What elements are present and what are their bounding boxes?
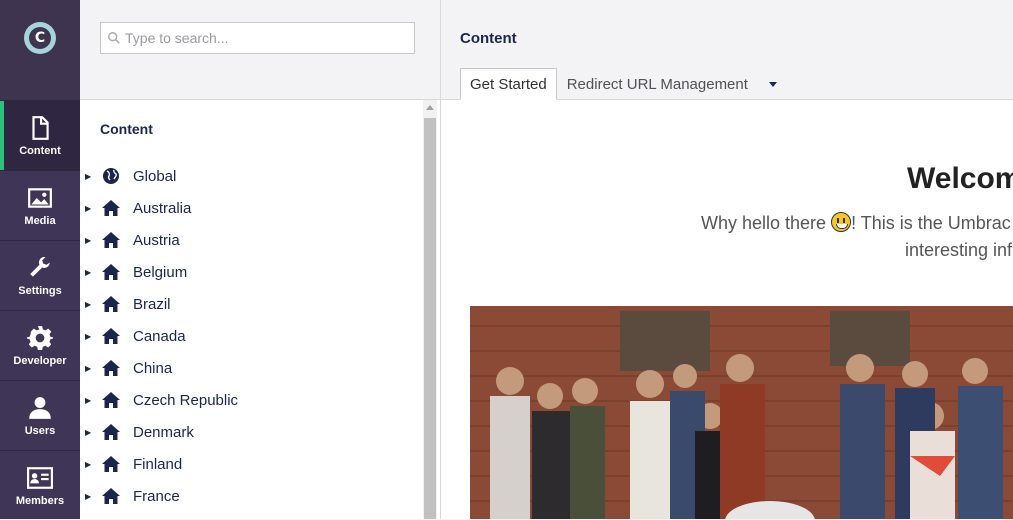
expand-caret-icon[interactable]: ▶ xyxy=(85,428,95,437)
search-icon xyxy=(108,32,120,44)
tree-item-label: Australia xyxy=(133,199,192,217)
expand-caret-icon[interactable]: ▶ xyxy=(85,364,95,373)
home-icon xyxy=(101,230,121,250)
dashboard-content: Welcom Why hello there ! This is the Umb… xyxy=(441,100,1013,519)
scrollbar-thumb[interactable] xyxy=(424,118,436,519)
tree-header xyxy=(80,0,440,100)
tree-body: Content ▶ Global ▶ Australia ▶ Austria ▶ Belgiu… xyxy=(80,100,440,519)
tab-get-started[interactable]: Get Started xyxy=(460,68,557,100)
page-title: Content xyxy=(460,30,517,47)
tabs-more-dropdown[interactable] xyxy=(768,68,777,100)
expand-caret-icon[interactable]: ▶ xyxy=(85,492,95,501)
intro-text-start: Why hello there xyxy=(701,213,832,233)
tree-item-label: Austria xyxy=(133,231,180,249)
intro-text-end: ! This is the Umbrac xyxy=(851,213,1011,233)
tree-item-label: Czech Republic xyxy=(133,391,239,409)
home-icon xyxy=(101,262,121,282)
tree-item-canada[interactable]: ▶ Canada xyxy=(80,320,440,352)
content-tree-panel: Content ▶ Global ▶ Australia ▶ Austria ▶ Belgiu… xyxy=(80,0,441,519)
tree-item-label: Denmark xyxy=(133,423,194,441)
tree-item-brazil[interactable]: ▶ Brazil xyxy=(80,288,440,320)
id-card-icon xyxy=(27,466,53,489)
tree-item-global[interactable]: ▶ Global xyxy=(80,160,440,192)
tab-redirect-url-management[interactable]: Redirect URL Management xyxy=(557,68,757,100)
section-media[interactable]: Media xyxy=(0,170,80,240)
home-icon xyxy=(101,422,121,442)
home-icon xyxy=(101,390,121,410)
editor-header: Content Get Started Redirect URL Managem… xyxy=(441,0,1013,100)
expand-caret-icon[interactable]: ▶ xyxy=(85,300,95,309)
app-sidebar: C Content Media Settings Developer Users… xyxy=(0,0,80,519)
home-icon xyxy=(101,358,121,378)
section-members[interactable]: Members xyxy=(0,450,80,520)
section-content[interactable]: Content xyxy=(0,100,80,170)
tree-item-czech-republic[interactable]: ▶ Czech Republic xyxy=(80,384,440,416)
tree-item-china[interactable]: ▶ China xyxy=(80,352,440,384)
section-label: Content xyxy=(19,144,61,157)
dashboard-tabs: Get Started Redirect URL Management xyxy=(460,68,777,100)
team-photo xyxy=(470,306,1013,519)
user-icon xyxy=(29,396,51,419)
tree-item-denmark[interactable]: ▶ Denmark xyxy=(80,416,440,448)
umbraco-logo[interactable]: C xyxy=(24,22,56,54)
team-photo-illustration xyxy=(470,306,1013,519)
document-icon xyxy=(32,115,49,140)
globe-icon xyxy=(101,166,121,186)
wrench-icon xyxy=(30,256,50,277)
welcome-heading: Welcom xyxy=(907,162,1013,195)
section-label: Members xyxy=(15,494,65,507)
image-icon xyxy=(28,187,52,208)
expand-caret-icon[interactable]: ▶ xyxy=(85,204,95,213)
home-icon xyxy=(101,198,121,218)
home-icon xyxy=(101,486,121,506)
expand-caret-icon[interactable]: ▶ xyxy=(85,172,95,181)
section-label: Users xyxy=(24,424,56,437)
expand-caret-icon[interactable]: ▶ xyxy=(85,396,95,405)
intro-text-line2: interesting inf xyxy=(905,240,1013,260)
tree-item-austria[interactable]: ▶ Austria xyxy=(80,224,440,256)
gear-icon xyxy=(27,325,53,350)
expand-caret-icon[interactable]: ▶ xyxy=(85,236,95,245)
expand-caret-icon[interactable]: ▶ xyxy=(85,460,95,469)
section-label: Developer xyxy=(13,354,67,367)
search-input[interactable] xyxy=(125,30,395,46)
intro-text: Why hello there ! This is the Umbrac xyxy=(701,212,1011,234)
tree-item-france[interactable]: ▶ France xyxy=(80,480,440,512)
home-icon xyxy=(101,326,121,346)
main-area: Content Get Started Redirect URL Managem… xyxy=(441,0,1013,519)
logo-area: C xyxy=(0,0,80,100)
expand-caret-icon[interactable]: ▶ xyxy=(85,268,95,277)
tree-scrollbar[interactable] xyxy=(423,100,437,519)
search-box xyxy=(100,22,415,54)
tree-root-title[interactable]: Content xyxy=(80,100,440,160)
logo-letter: C xyxy=(29,27,51,49)
scroll-up-arrow[interactable] xyxy=(426,105,434,110)
section-developer[interactable]: Developer xyxy=(0,310,80,380)
tree-item-label: Brazil xyxy=(133,295,171,313)
tree-item-label: France xyxy=(133,487,180,505)
home-icon xyxy=(101,294,121,314)
tree-item-finland[interactable]: ▶ Finland xyxy=(80,448,440,480)
tree-item-label: Belgium xyxy=(133,263,188,281)
tree-item-label: China xyxy=(133,359,173,377)
section-users[interactable]: Users xyxy=(0,380,80,450)
section-label: Settings xyxy=(18,284,62,297)
smiley-emoji-icon xyxy=(831,212,852,232)
chevron-down-icon xyxy=(768,81,777,87)
tree-item-label: Global xyxy=(133,167,177,185)
expand-caret-icon[interactable]: ▶ xyxy=(85,332,95,341)
home-icon xyxy=(101,454,121,474)
tree-item-australia[interactable]: ▶ Australia xyxy=(80,192,440,224)
section-settings[interactable]: Settings xyxy=(0,240,80,310)
tree-list: ▶ Global ▶ Australia ▶ Austria ▶ Belgium ▶ Brazil… xyxy=(80,160,440,512)
tree-item-label: Canada xyxy=(133,327,186,345)
section-label: Media xyxy=(24,214,56,227)
tree-item-belgium[interactable]: ▶ Belgium xyxy=(80,256,440,288)
tree-item-label: Finland xyxy=(133,455,183,473)
